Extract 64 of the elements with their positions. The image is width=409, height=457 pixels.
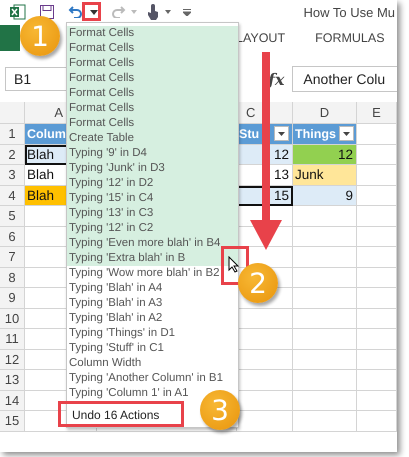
undo-list-item[interactable]: Format Cells xyxy=(67,56,238,71)
undo-list-item[interactable]: Create Table xyxy=(67,131,238,146)
table-cell xyxy=(357,144,397,165)
caret-icon[interactable] xyxy=(90,10,98,14)
undo-list-item[interactable]: Format Cells xyxy=(67,71,238,86)
undo-list-item[interactable]: Typing '12' in D2 xyxy=(67,176,238,191)
table-cell: 9 xyxy=(293,186,357,206)
table-cell xyxy=(357,350,397,370)
table-cell xyxy=(357,268,397,288)
undo-count-label: Undo 16 Actions xyxy=(72,407,160,424)
table-cell xyxy=(357,390,397,411)
undo-list-item[interactable]: Typing '9' in D4 xyxy=(67,146,238,161)
table-cell xyxy=(357,226,397,247)
filter-button[interactable] xyxy=(274,126,289,142)
undo-list-item[interactable]: Typing 'Extra blah' in B xyxy=(67,251,238,266)
window-title: How To Use Mu xyxy=(303,4,395,20)
table-cell xyxy=(357,308,397,329)
column-header[interactable]: E xyxy=(372,105,381,120)
undo-list-item[interactable]: Typing 'Junk' in D3 xyxy=(67,161,238,176)
undo-list-item[interactable]: Typing '13' in C3 xyxy=(67,206,238,221)
undo-list-item[interactable]: Format Cells xyxy=(67,116,238,131)
hand-icon[interactable] xyxy=(147,4,159,20)
column-header[interactable]: C xyxy=(246,105,256,120)
customize-icon[interactable] xyxy=(183,8,191,16)
undo-list-item[interactable]: Typing 'Even more blah' in B4 xyxy=(67,236,238,251)
caret-icon xyxy=(278,132,285,136)
caret-icon xyxy=(342,132,350,136)
table-cell xyxy=(293,206,357,226)
undo-list-item[interactable]: Typing '12' in C2 xyxy=(67,221,238,236)
undo-list-item[interactable]: Format Cells xyxy=(67,26,238,41)
table-cell xyxy=(357,288,397,308)
formula-field[interactable]: Another Colu xyxy=(292,66,397,92)
table-cell xyxy=(293,370,357,390)
table-cell xyxy=(293,247,357,268)
undo-list-item[interactable]: Typing '15' in C4 xyxy=(67,191,238,206)
header-cell: Things xyxy=(293,124,357,144)
table-cell: 12 xyxy=(293,144,357,165)
undo-list-item[interactable]: Format Cells xyxy=(67,101,238,116)
table-cell xyxy=(293,390,357,411)
table-cell xyxy=(293,329,357,350)
highlight-frame xyxy=(82,2,101,21)
caret-icon[interactable] xyxy=(165,10,171,14)
filter-button[interactable] xyxy=(338,126,354,142)
ribbon-tab[interactable]: FORMULAS xyxy=(315,31,385,45)
column-header[interactable]: A xyxy=(54,105,63,120)
table-cell xyxy=(293,411,357,432)
table-cell xyxy=(357,329,397,350)
table-cell xyxy=(357,370,397,390)
table-cell xyxy=(293,350,357,370)
table-cell xyxy=(357,206,397,226)
spreadsheet-app-icon xyxy=(10,4,26,20)
table-cell xyxy=(357,165,397,186)
table-cell: Junk xyxy=(293,165,357,186)
table-cell xyxy=(293,288,357,308)
undo-icon[interactable] xyxy=(68,6,82,18)
undo-list-item[interactable]: Format Cells xyxy=(67,41,238,56)
undo-list-item[interactable]: Format Cells xyxy=(67,86,238,101)
save-icon[interactable] xyxy=(40,5,54,19)
table-cell xyxy=(293,268,357,288)
table-cell xyxy=(293,226,357,247)
column-header[interactable]: D xyxy=(320,105,330,120)
table-cell xyxy=(357,186,397,206)
table-cell xyxy=(293,308,357,329)
table-cell xyxy=(357,247,397,268)
